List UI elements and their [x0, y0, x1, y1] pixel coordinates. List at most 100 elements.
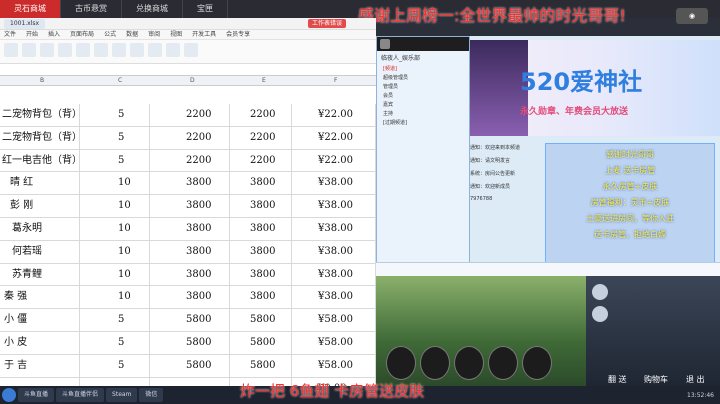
- avatar[interactable]: [488, 346, 518, 380]
- menu-file[interactable]: 文件: [4, 30, 16, 39]
- cell-price[interactable]: 3800: [150, 172, 230, 196]
- sort-icon[interactable]: [184, 43, 198, 57]
- cell-item[interactable]: 葛永明: [0, 217, 80, 241]
- cell-item[interactable]: 彭 刚: [0, 195, 80, 218]
- filter-icon[interactable]: [166, 43, 180, 57]
- list-item[interactable]: 嘉宾: [377, 100, 469, 109]
- cell-qty[interactable]: 10: [80, 195, 150, 218]
- table-row[interactable]: 彭 刚 10 3800 3800 ¥38.00: [0, 195, 376, 218]
- table-row[interactable]: 葛永明 10 3800 3800 ¥38.00: [0, 217, 376, 241]
- cell-qty[interactable]: 10: [80, 217, 150, 241]
- col-e[interactable]: E: [262, 76, 266, 86]
- cell-total[interactable]: 2200: [230, 149, 292, 173]
- cell-qty[interactable]: 5: [80, 354, 150, 378]
- bold-icon[interactable]: [58, 43, 72, 57]
- cut-icon[interactable]: [22, 43, 36, 57]
- menu-home[interactable]: 开始: [26, 30, 38, 39]
- list-item[interactable]: 管理员: [377, 82, 469, 91]
- avatar[interactable]: [386, 346, 416, 380]
- cell-qty[interactable]: 5: [80, 309, 150, 332]
- cell-amount[interactable]: ¥58.00: [292, 354, 376, 378]
- taskbar-item[interactable]: 斗鱼直播: [18, 388, 55, 402]
- start-icon[interactable]: [2, 388, 16, 402]
- mic-icon[interactable]: [592, 284, 608, 300]
- list-item[interactable]: [过期频道]: [377, 118, 469, 127]
- cell-total[interactable]: 5800: [230, 354, 292, 378]
- list-item[interactable]: 会员: [377, 91, 469, 100]
- cell-qty[interactable]: 5: [80, 104, 150, 127]
- cell-price[interactable]: 3800: [150, 217, 230, 241]
- cell-price[interactable]: 2200: [150, 126, 230, 150]
- menu-member[interactable]: 会员专享: [226, 30, 250, 39]
- sum-icon[interactable]: [148, 43, 162, 57]
- cell-item[interactable]: 红一电吉他（背）: [0, 149, 80, 173]
- cell-total[interactable]: 2200: [230, 104, 292, 127]
- cell-item[interactable]: 于 吉: [0, 354, 80, 378]
- send-button[interactable]: 翻 送: [608, 374, 627, 385]
- cell-item[interactable]: 晴 红: [0, 172, 80, 196]
- table-row[interactable]: 何若瑶 10 3800 3800 ¥38.00: [0, 240, 376, 264]
- table-row[interactable]: 二宠物背包（背） 5 2200 2200 ¥22.00: [0, 104, 376, 127]
- cell-price[interactable]: 5800: [150, 309, 230, 332]
- table-row[interactable]: 二宠物背包（背） 5 2200 2200 ¥22.00: [0, 126, 376, 150]
- cell-amount[interactable]: ¥38.00: [292, 195, 376, 218]
- list-item[interactable]: 主持: [377, 109, 469, 118]
- font-icon[interactable]: [40, 43, 54, 57]
- tab-lingshi[interactable]: 灵石商城: [0, 0, 61, 18]
- cell-amount[interactable]: ¥22.00: [292, 104, 376, 127]
- cell-amount[interactable]: ¥38.00: [292, 240, 376, 264]
- exit-button[interactable]: 退 出: [686, 374, 705, 385]
- menu-data[interactable]: 数据: [126, 30, 138, 39]
- user-icon[interactable]: [592, 306, 608, 322]
- cell-item[interactable]: 苏青鲤: [0, 263, 80, 287]
- menu-review[interactable]: 审阅: [148, 30, 160, 39]
- cell-item[interactable]: 何若瑶: [0, 240, 80, 264]
- cell-qty[interactable]: 10: [80, 263, 150, 287]
- cell-item[interactable]: 小 皮: [0, 331, 80, 355]
- cell-total[interactable]: 3800: [230, 172, 292, 196]
- cell-amount[interactable]: ¥22.00: [292, 126, 376, 150]
- table-row[interactable]: 小 僵 5 5800 5800 ¥58.00: [0, 309, 376, 332]
- col-c[interactable]: C: [118, 76, 122, 86]
- tab-duihuan[interactable]: 兑换商城: [122, 0, 183, 18]
- list-item[interactable]: 超级管理员: [377, 73, 469, 82]
- tab-baoxia[interactable]: 宝匣: [183, 0, 228, 18]
- cell-total[interactable]: 3800: [230, 286, 292, 310]
- taskbar-item[interactable]: 斗鱼直播伴侣: [56, 388, 105, 402]
- cell-price[interactable]: 2200: [150, 104, 230, 127]
- cell-total[interactable]: 2200: [230, 126, 292, 150]
- cell-amount[interactable]: ¥38.00: [292, 286, 376, 310]
- file-tab[interactable]: 1001.xlsx: [4, 18, 46, 29]
- menu-formula[interactable]: 公式: [104, 30, 116, 39]
- cell-total[interactable]: 5800: [230, 309, 292, 332]
- cell-price[interactable]: 5800: [150, 354, 230, 378]
- tab-gubi[interactable]: 古币悬赏: [61, 0, 122, 18]
- avatar[interactable]: [380, 39, 390, 49]
- cell-item[interactable]: 小 僵: [0, 309, 80, 332]
- table-row[interactable]: 红一电吉他（背） 5 2200 2200 ¥22.00: [0, 149, 376, 173]
- paste-icon[interactable]: [4, 43, 18, 57]
- table-row[interactable]: 苏青鲤 10 3800 3800 ¥38.00: [0, 263, 376, 287]
- col-d[interactable]: D: [190, 76, 195, 86]
- formula-bar[interactable]: [0, 64, 376, 76]
- cell-price[interactable]: 5800: [150, 331, 230, 355]
- list-item[interactable]: [频道]: [377, 64, 469, 73]
- cell-amount[interactable]: ¥58.00: [292, 331, 376, 355]
- cell-qty[interactable]: 5: [80, 149, 150, 173]
- cell-price[interactable]: 3800: [150, 263, 230, 287]
- menu-insert[interactable]: 插入: [48, 30, 60, 39]
- cell-total[interactable]: 3800: [230, 217, 292, 241]
- cell-amount[interactable]: ¥22.00: [292, 149, 376, 173]
- menu-view[interactable]: 视图: [170, 30, 182, 39]
- cell-item[interactable]: 秦 强: [0, 286, 80, 310]
- table-row[interactable]: 于 吉 5 5800 5800 ¥58.00: [0, 354, 376, 378]
- chat-input-bar[interactable]: [376, 262, 720, 276]
- align-icon[interactable]: [76, 43, 90, 57]
- cell-total[interactable]: 5800: [230, 331, 292, 355]
- cell-price[interactable]: 3800: [150, 240, 230, 264]
- cell-qty[interactable]: 10: [80, 286, 150, 310]
- col-f[interactable]: F: [334, 76, 337, 86]
- col-b[interactable]: B: [40, 76, 44, 86]
- cell-amount[interactable]: ¥38.00: [292, 217, 376, 241]
- table-row[interactable]: 秦 强 10 3800 3800 ¥38.00: [0, 286, 376, 310]
